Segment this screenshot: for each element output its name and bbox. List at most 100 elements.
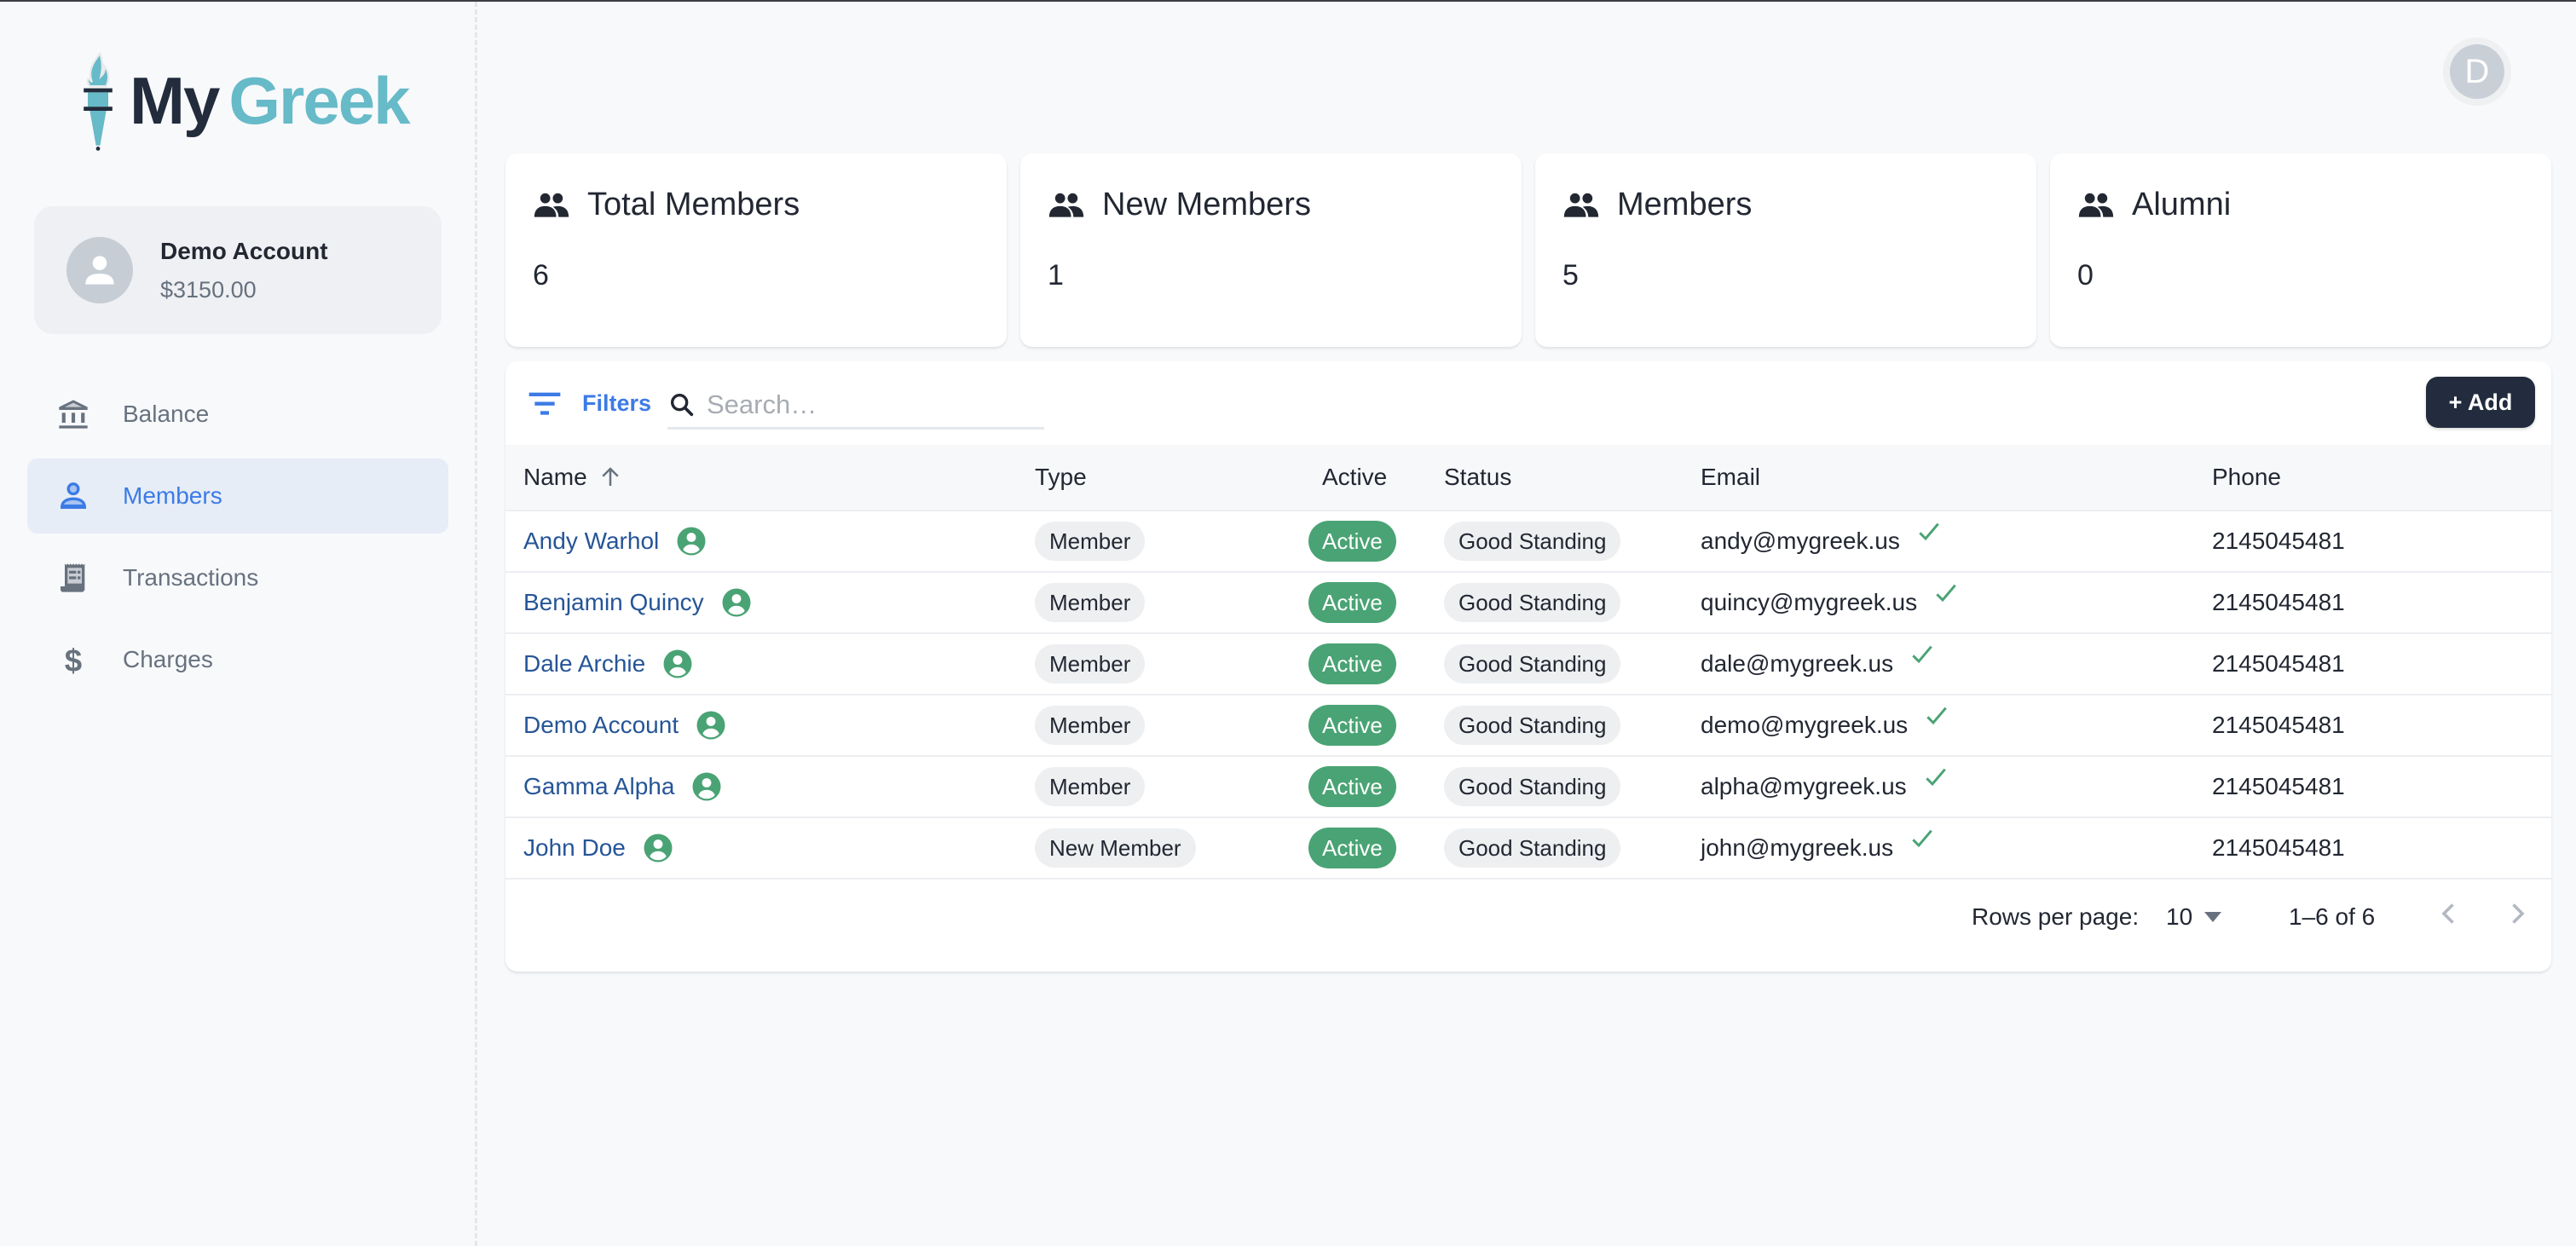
member-phone: 2145045481 (2212, 773, 2345, 799)
sidebar: My Greek Demo Account $3150.00 Balance M… (0, 2, 477, 1246)
member-email: demo@mygreek.us (1701, 712, 1909, 738)
status-chip: Good Standing (1444, 583, 1621, 622)
members-table-card: Filters + Add Name Type Active Status Em… (505, 361, 2551, 972)
column-header-name[interactable]: Name (523, 445, 623, 510)
sidebar-item-balance[interactable]: Balance (27, 377, 448, 452)
verified-check-icon (1912, 829, 1932, 848)
member-phone: 2145045481 (2212, 712, 2345, 738)
member-email: andy@mygreek.us (1701, 528, 1900, 554)
stat-card-total-members: Total Members 6 (505, 153, 1007, 347)
member-name-link[interactable]: Benjamin Quincy (523, 589, 704, 616)
member-name-link[interactable]: Gamma Alpha (523, 773, 674, 800)
receipt-icon (56, 561, 90, 595)
type-chip: Member (1035, 767, 1146, 806)
member-name-link[interactable]: John Doe (523, 834, 626, 862)
chevron-right-icon (2512, 903, 2525, 924)
user-avatar-button[interactable]: D (2443, 37, 2511, 106)
logo[interactable]: My Greek (77, 49, 411, 152)
member-email: quincy@mygreek.us (1701, 589, 1918, 615)
add-member-button[interactable]: + Add (2426, 377, 2535, 428)
type-chip: Member (1035, 522, 1146, 561)
type-chip: New Member (1035, 828, 1196, 868)
member-name-link[interactable]: Dale Archie (523, 650, 645, 678)
member-phone: 2145045481 (2212, 834, 2345, 861)
stat-value: 1 (1048, 259, 1064, 291)
sidebar-nav: Balance Members Transactions $ Charges (27, 377, 448, 704)
verified-check-icon (1912, 645, 1932, 664)
logo-text-my: My (130, 63, 220, 138)
stat-card-members: Members 5 (1535, 153, 2036, 347)
sidebar-item-label: Charges (123, 646, 213, 672)
status-chip: Good Standing (1444, 767, 1621, 806)
sidebar-item-transactions[interactable]: Transactions (27, 540, 448, 615)
search-icon (670, 393, 694, 416)
filters-label: Filters (582, 390, 652, 416)
member-phone: 2145045481 (2212, 650, 2345, 677)
stat-title: Total Members (587, 186, 800, 222)
column-header-active[interactable]: Active (1322, 445, 1387, 510)
stats-row: Total Members 6 New Members 1 Members 5 … (505, 153, 2551, 347)
member-email: alpha@mygreek.us (1701, 773, 1907, 799)
group-icon (2078, 193, 2114, 217)
account-card[interactable]: Demo Account $3150.00 (34, 206, 442, 334)
account-avatar (66, 237, 133, 303)
column-header-phone[interactable]: Phone (2212, 445, 2281, 510)
filters-button[interactable]: Filters (528, 390, 651, 417)
column-header-email[interactable]: Email (1701, 445, 1760, 510)
group-icon (1563, 193, 1599, 217)
verified-check-icon (1919, 522, 1939, 541)
member-email: john@mygreek.us (1701, 834, 1894, 861)
svg-text:$: $ (65, 643, 82, 677)
status-chip: Good Standing (1444, 522, 1621, 561)
column-header-status[interactable]: Status (1444, 445, 1511, 510)
column-header-type[interactable]: Type (1035, 445, 1087, 510)
member-phone: 2145045481 (2212, 528, 2345, 554)
status-chip: Good Standing (1444, 644, 1621, 684)
table-header: Name Type Active Status Email Phone (505, 445, 2551, 511)
member-name-link[interactable]: Andy Warhol (523, 528, 659, 555)
verified-check-icon (1926, 707, 1947, 725)
table-row[interactable]: Benjamin Quincy Member Active Good Stand… (505, 573, 2551, 634)
chevron-left-icon (2441, 903, 2454, 924)
table-row[interactable]: Dale Archie Member Active Good Standing … (505, 634, 2551, 695)
account-balance: $3150.00 (160, 276, 257, 303)
pagination: Rows per page: 10 1–6 of 6 (505, 871, 2551, 972)
sort-ascending-icon[interactable] (598, 464, 623, 490)
sidebar-item-label: Members (123, 482, 222, 509)
active-badge: Active (1308, 521, 1396, 562)
account-circle-icon (722, 588, 751, 617)
member-email: dale@mygreek.us (1701, 650, 1894, 677)
account-circle-icon (692, 772, 721, 801)
active-badge: Active (1308, 705, 1396, 746)
sidebar-item-label: Balance (123, 401, 210, 427)
stat-value: 6 (533, 259, 549, 291)
status-chip: Good Standing (1444, 828, 1621, 868)
rows-per-page-select[interactable]: 10 (2166, 903, 2222, 931)
table-row[interactable]: Andy Warhol Member Active Good Standing … (505, 511, 2551, 573)
active-badge: Active (1308, 582, 1396, 623)
table-row[interactable]: Demo Account Member Active Good Standing… (505, 695, 2551, 757)
type-chip: Member (1035, 644, 1146, 684)
next-page-button[interactable] (2500, 897, 2534, 931)
active-badge: Active (1308, 766, 1396, 807)
stat-title: Members (1617, 186, 1753, 222)
member-name-link[interactable]: Demo Account (523, 712, 679, 739)
search-input[interactable] (707, 389, 1031, 420)
verified-check-icon (1925, 768, 1946, 787)
stat-value: 5 (1562, 259, 1579, 291)
sidebar-item-charges[interactable]: $ Charges (27, 622, 448, 697)
user-avatar-initial: D (2450, 44, 2504, 99)
caret-down-icon (2204, 912, 2222, 922)
previous-page-button[interactable] (2432, 897, 2466, 931)
active-badge: Active (1308, 643, 1396, 684)
account-circle-icon (644, 834, 673, 862)
person-icon (56, 479, 90, 513)
account-circle-icon (663, 649, 692, 678)
table-row[interactable]: Gamma Alpha Member Active Good Standing … (505, 757, 2551, 818)
sidebar-item-label: Transactions (123, 564, 259, 591)
member-phone: 2145045481 (2212, 589, 2345, 615)
sidebar-item-members[interactable]: Members (27, 459, 448, 534)
active-badge: Active (1308, 828, 1396, 868)
person-icon (85, 256, 114, 285)
filter-icon (528, 392, 561, 415)
